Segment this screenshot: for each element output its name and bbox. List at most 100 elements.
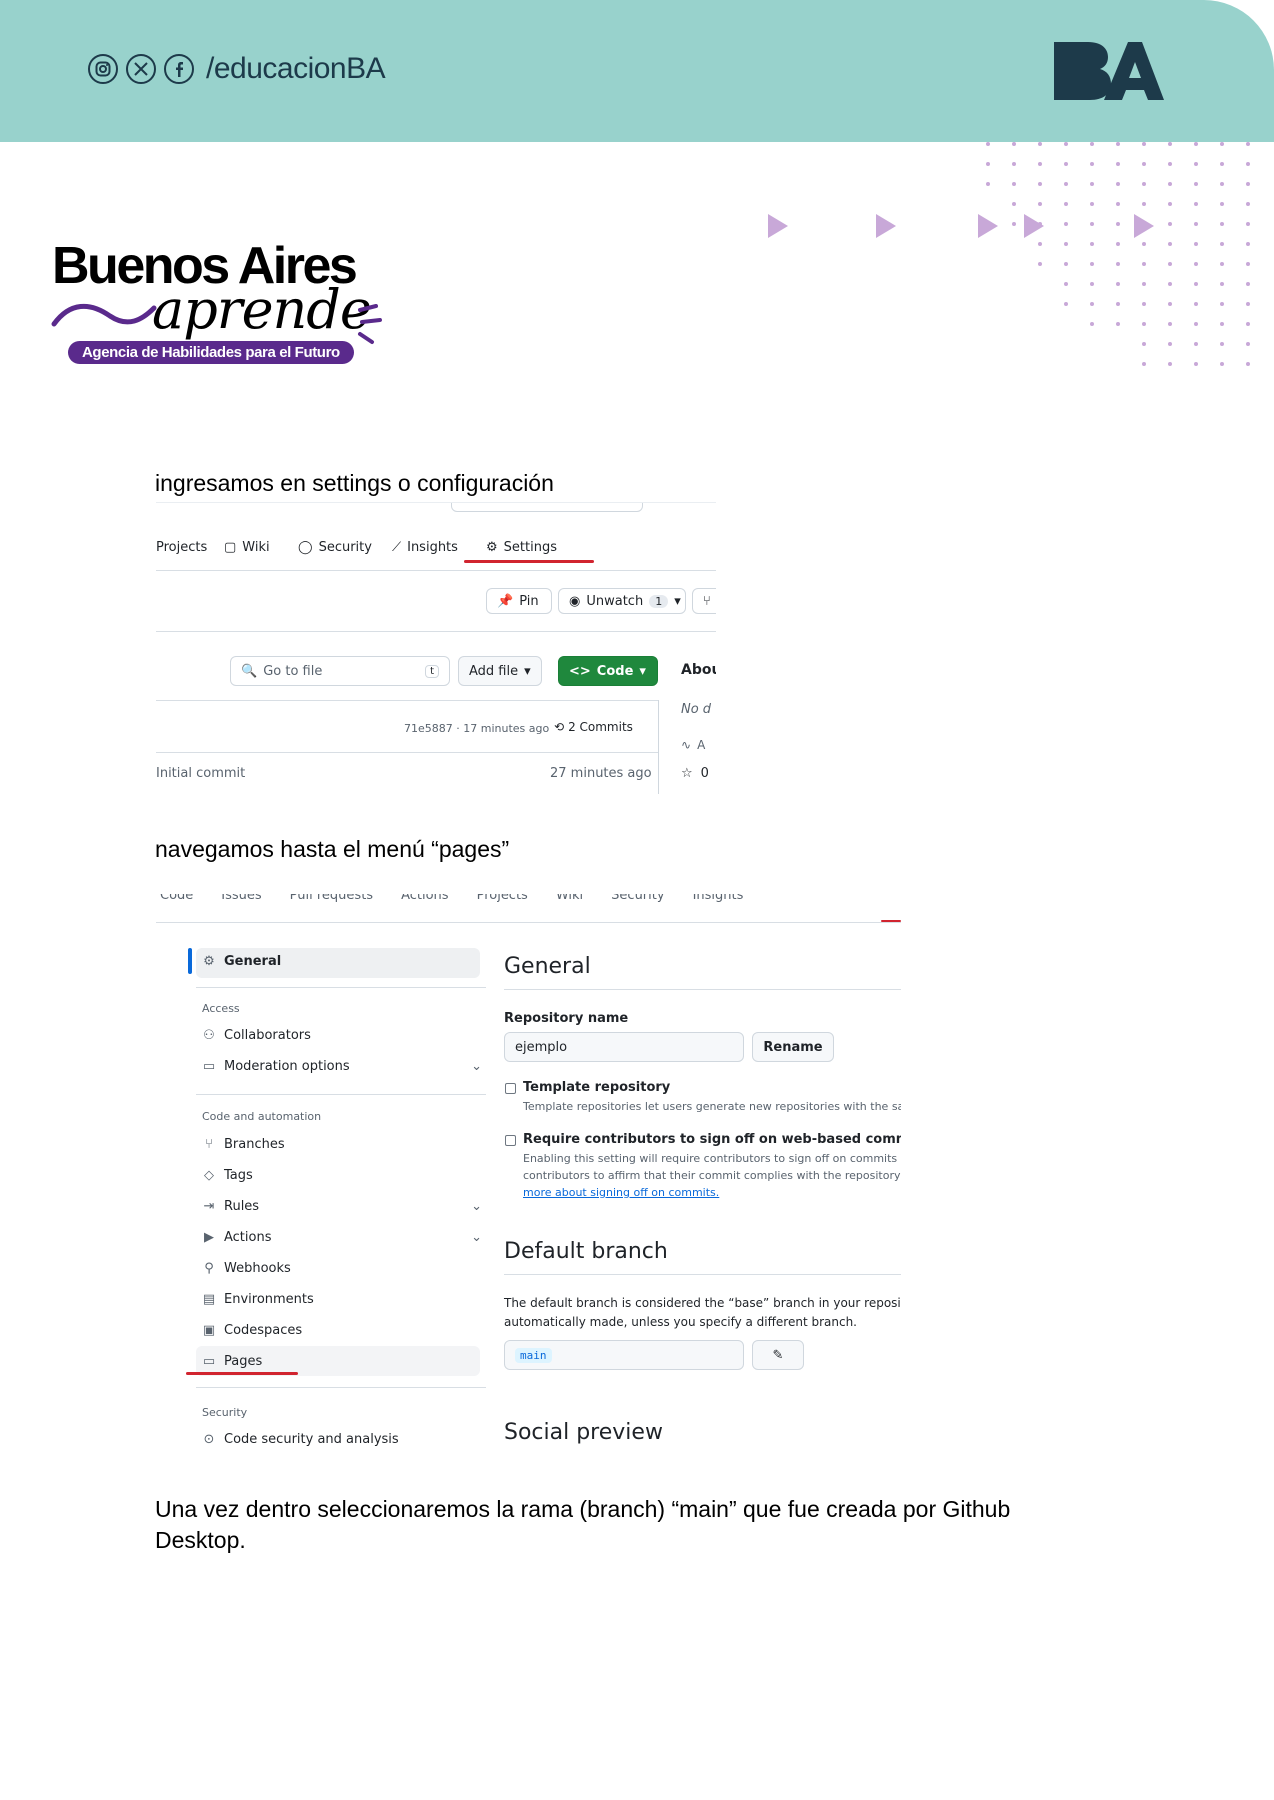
sidebar-item-tags[interactable]: ◇ Tags: [202, 1168, 253, 1183]
pin-button[interactable]: 📌 Pin: [486, 588, 552, 614]
sidebar-heading-code: Code and automation: [202, 1110, 322, 1123]
server-icon: ▤: [202, 1292, 216, 1307]
social-links: /educacionBA: [88, 52, 386, 86]
signoff-desc-1: Enabling this setting will require contr…: [523, 1152, 901, 1165]
activity-link[interactable]: ∿ A: [681, 738, 705, 752]
divider: [658, 700, 659, 794]
code-icon: <>: [569, 663, 591, 679]
fork-button[interactable]: ⑂: [692, 588, 716, 614]
chevron-down-icon: ⌄: [471, 1230, 482, 1245]
pin-icon: 📌: [497, 593, 514, 609]
chevron-down-icon: ▾: [639, 663, 646, 679]
gear-icon: ⚙: [486, 540, 498, 555]
sidebar-item-rules[interactable]: ⇥ Rules ⌄: [202, 1199, 482, 1214]
search-input[interactable]: [451, 502, 643, 512]
x-icon[interactable]: [126, 54, 156, 84]
tab-projects[interactable]: Projects: [156, 540, 207, 555]
rename-button[interactable]: Rename: [752, 1032, 834, 1062]
signoff-link[interactable]: more about signing off on commits.: [523, 1186, 719, 1199]
comment-icon: ▭: [202, 1059, 216, 1074]
tab-actions[interactable]: Actions: [401, 894, 449, 903]
sidebar-item-codespaces[interactable]: ▣ Codespaces: [202, 1323, 302, 1338]
decor-triangle: [768, 214, 788, 238]
instruction-settings: ingresamos en settings o configuración: [155, 470, 554, 496]
tab-code[interactable]: Code: [160, 894, 193, 903]
chevron-down-icon: ▾: [674, 593, 681, 609]
logo-swoosh: [51, 303, 157, 327]
logo-tagline: Agencia de Habilidades para el Futuro: [68, 341, 354, 364]
stars-count[interactable]: ☆ 0: [681, 766, 709, 781]
shield-icon: ◯: [298, 540, 313, 555]
history-icon: ⟲: [554, 720, 565, 734]
eye-icon: ◉: [569, 593, 581, 609]
default-branch-desc-2: automatically made, unless you specify a…: [504, 1315, 857, 1329]
decor-triangle: [1024, 214, 1044, 238]
initial-commit-time: 27 minutes ago: [550, 766, 652, 781]
social-preview-title: Social preview: [504, 1420, 663, 1445]
sidebar-heading-access: Access: [202, 1002, 240, 1015]
facebook-icon[interactable]: [164, 54, 194, 84]
go-to-file-input[interactable]: 🔍 Go to file t: [230, 656, 450, 686]
signoff-checkbox[interactable]: [505, 1135, 516, 1146]
book-icon: ▢: [224, 540, 237, 555]
code-button[interactable]: <> Code ▾: [558, 656, 658, 686]
template-desc: Template repositories let users generate…: [523, 1100, 901, 1113]
sidebar-item-environments[interactable]: ▤ Environments: [202, 1292, 314, 1307]
chevron-down-icon: ▾: [524, 663, 531, 679]
sidebar-item-collaborators[interactable]: ⚇ Collaborators: [202, 1028, 311, 1043]
tab-insights[interactable]: Insights: [693, 894, 744, 903]
signoff-desc-2: contributors to affirm that their commit…: [523, 1169, 901, 1182]
graph-icon: ⟋: [392, 540, 402, 555]
template-checkbox[interactable]: [505, 1083, 516, 1094]
sidebar-item-actions[interactable]: ▶ Actions ⌄: [202, 1230, 482, 1245]
logo-script: aprende: [152, 278, 372, 341]
tab-security[interactable]: Security: [611, 894, 664, 903]
unwatch-button[interactable]: ◉ Unwatch 1 ▾: [558, 588, 686, 614]
branch-name-badge: main: [515, 1347, 552, 1363]
shortcut-key: t: [425, 664, 439, 678]
tab-projects[interactable]: Projects: [477, 894, 528, 903]
branch-icon: ⑂: [205, 1137, 213, 1152]
tab-insights[interactable]: ⟋ Insights: [392, 540, 458, 555]
fork-icon: ⑂: [703, 593, 711, 609]
instruction-pages: navegamos hasta el menú “pages”: [155, 836, 510, 862]
general-title: General: [504, 954, 591, 979]
sidebar-item-moderation[interactable]: ▭ Moderation options ⌄: [202, 1059, 482, 1074]
signoff-label: Require contributors to sign off on web-…: [523, 1132, 901, 1147]
decorative-dots: [986, 142, 1250, 366]
repo-tabs: Code Issues Pull requests Actions Projec…: [160, 894, 743, 903]
pencil-icon: ✎: [772, 1347, 784, 1363]
tab-security[interactable]: ◯ Security: [298, 540, 372, 555]
commits-link[interactable]: ⟲ 2 Commits: [554, 720, 633, 734]
tab-settings[interactable]: ⚙ Settings: [486, 540, 557, 555]
default-branch-title: Default branch: [504, 1239, 668, 1264]
active-indicator: [188, 948, 192, 974]
template-label: Template repository: [523, 1080, 671, 1095]
sidebar-item-general[interactable]: ⚙ General: [202, 954, 281, 969]
tab-wiki[interactable]: Wiki: [556, 894, 583, 903]
codescan-icon: ⊙: [203, 1432, 215, 1447]
no-description: No d: [681, 702, 712, 717]
chevron-down-icon: ⌄: [471, 1059, 482, 1074]
edit-branch-button[interactable]: ✎: [752, 1340, 804, 1370]
decor-triangle: [978, 214, 998, 238]
instagram-icon[interactable]: [88, 54, 118, 84]
screenshot-repo-header: Projects ▢ Wiki ◯ Security ⟋ Insights ⚙ Sett…: [156, 502, 716, 794]
commit-hash[interactable]: 71e5887 · 17 minutes ago: [404, 722, 549, 735]
repo-name-input[interactable]: ejemplo: [504, 1032, 744, 1062]
decor-triangle: [876, 214, 896, 238]
about-heading: Abou: [681, 662, 716, 678]
rules-icon: ⇥: [203, 1199, 215, 1214]
sidebar-item-branches[interactable]: ⑂ Branches: [202, 1137, 285, 1152]
sidebar-item-code-security[interactable]: ⊙ Code security and analysis: [202, 1432, 399, 1447]
tab-issues[interactable]: Issues: [221, 894, 261, 903]
tab-wiki[interactable]: ▢ Wiki: [224, 540, 270, 555]
unwatch-count: 1: [649, 594, 669, 608]
add-file-button[interactable]: Add file ▾: [458, 656, 542, 686]
sidebar-item-pages[interactable]: ▭ Pages: [202, 1354, 262, 1369]
settings-underline: [464, 560, 594, 563]
sidebar-item-webhooks[interactable]: ⚲ Webhooks: [202, 1261, 291, 1276]
tab-pull-requests[interactable]: Pull requests: [290, 894, 373, 903]
social-handle[interactable]: /educacionBA: [206, 52, 386, 86]
initial-commit[interactable]: Initial commit: [156, 766, 245, 781]
